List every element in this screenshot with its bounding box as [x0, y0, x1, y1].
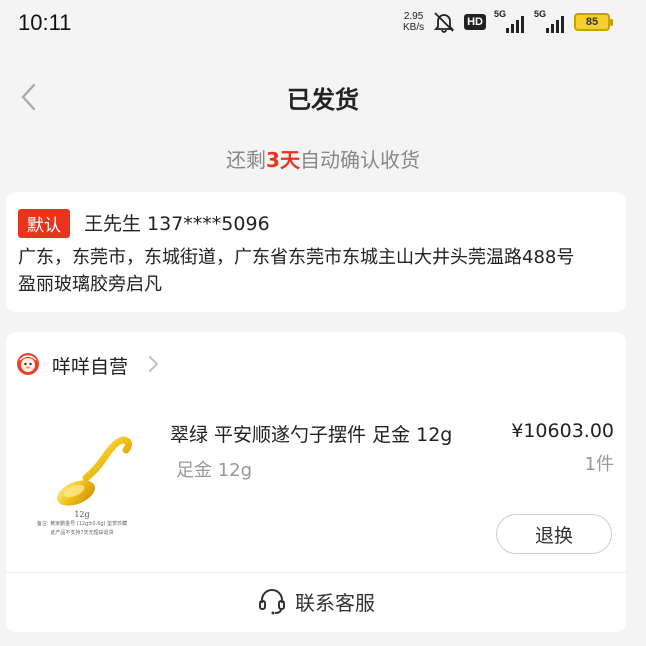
- address-card[interactable]: 默认 王先生 137****5096 广东，东莞市，东城街道，广东省东莞市东城主…: [6, 192, 626, 312]
- chevron-right-icon[interactable]: [147, 355, 159, 373]
- notice-prefix: 还剩: [226, 148, 267, 172]
- notice-suffix: 自动确认收货: [299, 148, 420, 172]
- store-logo-icon: [17, 353, 39, 375]
- product-spec: 足金 12g: [176, 460, 253, 481]
- battery-icon: 85: [574, 13, 613, 31]
- image-note-line-2: 此产品不支持7天无理由退货: [50, 530, 114, 536]
- recipient-name-phone: 王先生 137****5096: [84, 213, 270, 235]
- store-name[interactable]: 咩咩自营: [52, 352, 128, 379]
- default-badge: 默认: [18, 209, 70, 238]
- bell-mute-icon: [433, 12, 455, 33]
- sim1-label: 5G: [494, 9, 507, 19]
- contact-service-button[interactable]: 联系客服: [6, 582, 626, 620]
- divider: [6, 572, 626, 573]
- notice-days: 3天: [266, 148, 300, 172]
- image-note-line-1: 备注: 黄家鹏金号 (12g±0.6g) 鉴赏珍藏: [36, 521, 128, 527]
- signal-icon: 5G: [534, 9, 566, 33]
- product-price: ¥10603.00: [511, 420, 614, 442]
- address-line-2: 盈丽玻璃胶旁启凡: [18, 274, 162, 295]
- battery-level: 85: [585, 16, 599, 28]
- address-text: 广东，东莞市，东城街道，广东省东莞市东城主山大井头莞温路488号 盈丽玻璃胶旁启…: [18, 244, 618, 298]
- return-exchange-button[interactable]: 退换: [496, 514, 612, 554]
- status-time: 10:11: [18, 10, 72, 35]
- product-quantity: 1件: [584, 454, 614, 475]
- network-speed: 2.95 KB/s: [403, 11, 424, 33]
- signal-icon: 5G: [494, 9, 526, 33]
- order-card: 咩咩自营 12g 备注: 黄家鹏金号 (12g±0.6g) 鉴赏珍藏 此产品不支…: [6, 332, 626, 632]
- status-bar: 10:11 2.95 KB/s HD 5G 5G 85: [0, 0, 646, 48]
- image-weight-label: 12g: [74, 510, 90, 519]
- page-title: 已发货: [287, 86, 359, 114]
- speed-unit: KB/s: [402, 22, 425, 33]
- sim2-label: 5G: [534, 9, 547, 19]
- speed-value: 2.95: [403, 11, 424, 22]
- headset-icon: [259, 589, 285, 615]
- auto-confirm-notice: 还剩3天自动确认收货: [0, 144, 646, 173]
- address-line-1: 广东，东莞市，东城街道，广东省东莞市东城主山大井头莞温路488号: [18, 247, 575, 268]
- product-name[interactable]: 翠绿 平安顺遂勺子摆件 足金 12g: [170, 420, 452, 447]
- status-icons: 2.95 KB/s HD 5G 5G 85: [403, 9, 613, 33]
- contact-service-label: 联系客服: [295, 590, 375, 615]
- product-image-caption: 12g 备注: 黄家鹏金号 (12g±0.6g) 鉴赏珍藏 此产品不支持7天无理…: [22, 510, 142, 537]
- hd-voice-icon: HD: [464, 14, 486, 30]
